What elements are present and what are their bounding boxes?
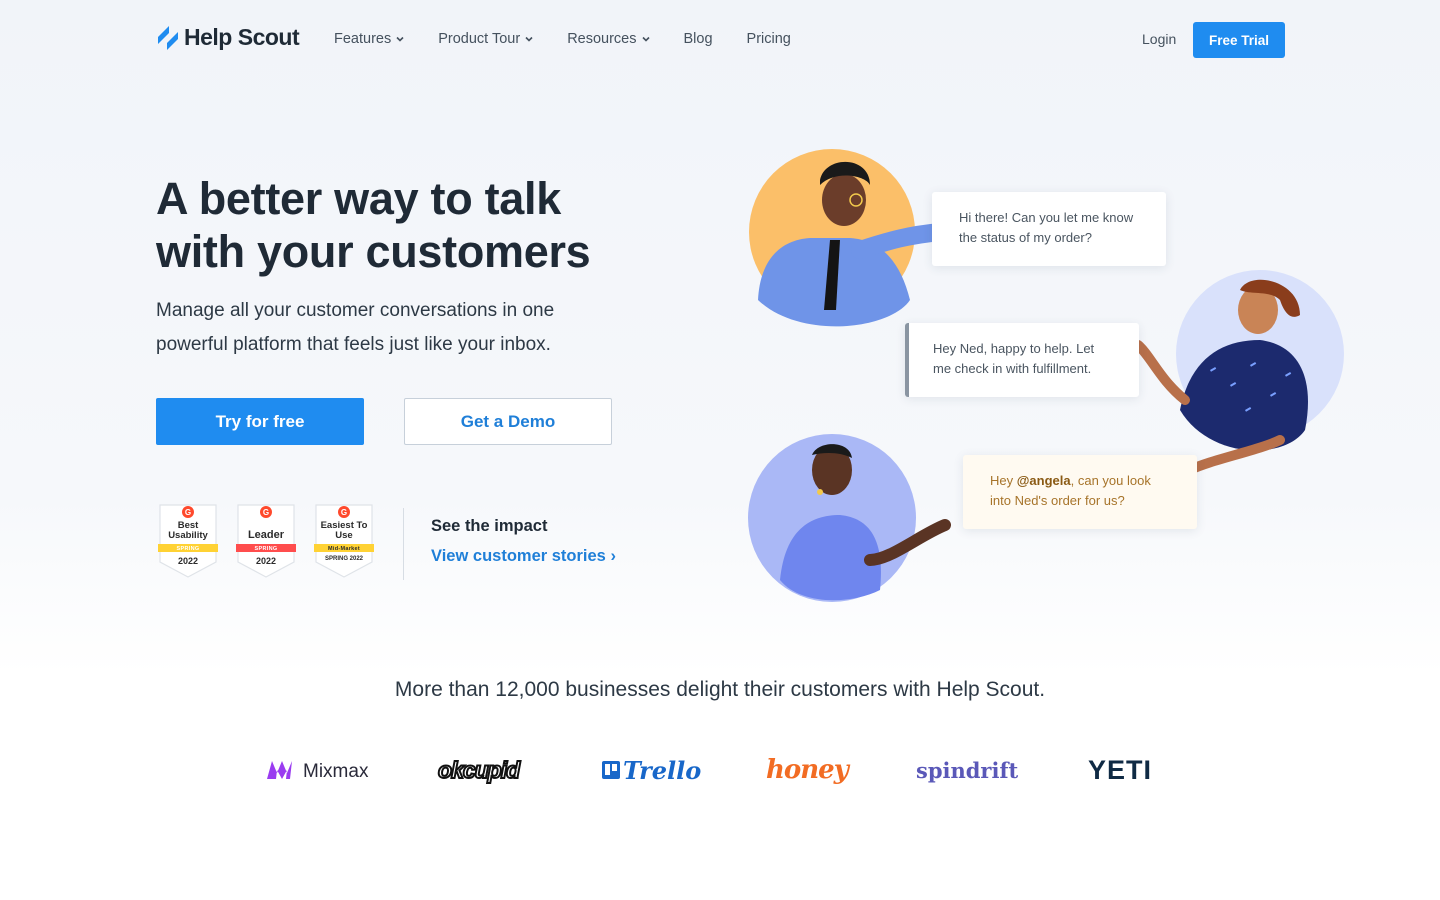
nav-features[interactable]: Features	[334, 29, 404, 49]
view-customer-stories-link[interactable]: View customer stories ›	[431, 547, 616, 566]
badge-year: 2022	[255, 556, 277, 566]
chat-bubble-customer: Hi there! Can you let me know the status…	[932, 192, 1166, 266]
g2-badge-shield-icon: G	[236, 504, 296, 578]
help-scout-logo[interactable]: Help Scout	[156, 24, 300, 51]
chevron-down-icon	[641, 36, 650, 42]
teammate-avatar-illustration	[748, 434, 951, 602]
honey-wordmark: honey	[766, 755, 849, 785]
get-a-demo-button[interactable]: Get a Demo	[404, 398, 612, 445]
g2-badge-leader: G Leader SPRING 2022	[236, 504, 296, 578]
trello-logo: Trello	[602, 748, 701, 792]
hero-title-line-1: A better way to talk	[156, 173, 561, 224]
spindrift-wordmark: spindrift	[916, 757, 1019, 783]
customer-avatar-illustration	[749, 149, 950, 327]
mixmax-wordmark: Mixmax	[303, 761, 369, 782]
svg-text:G: G	[341, 508, 347, 517]
chevron-down-icon	[525, 36, 533, 42]
see-the-impact-label: See the impact	[431, 517, 548, 535]
brand-name: Help Scout	[184, 24, 300, 50]
help-scout-logo-icon	[158, 25, 178, 50]
nav-resources[interactable]: Resources	[567, 29, 650, 49]
social-proof-tagline: More than 12,000 businesses delight thei…	[394, 678, 1046, 701]
g2-badge-shield-icon: G	[158, 504, 218, 578]
chat-bubble-internal-note: Hey @angela, can you look into Ned's ord…	[963, 455, 1197, 529]
svg-text:G: G	[263, 508, 269, 517]
badge-title: Best Usability	[168, 520, 208, 541]
main-menu: Features Product Tour Resources Blog Pri…	[334, 29, 825, 49]
g2-badge-shield-icon: G	[314, 504, 374, 578]
badge-year: 2022	[177, 556, 199, 566]
note-prefix: Hey	[990, 473, 1017, 488]
g2-badges: G Best Usability SPRING 2022 G Leader SP…	[158, 504, 374, 578]
spindrift-logo: spindrift	[916, 748, 1018, 792]
yeti-logo: YETI	[1088, 748, 1152, 792]
top-nav: Help Scout Features Product Tour Resourc…	[0, 0, 1440, 80]
customer-logos: Mixmax okcupid Trello honey spindrift YE…	[0, 748, 1440, 792]
nav-features-label: Features	[334, 31, 392, 47]
mention-tag: @angela	[1016, 473, 1071, 488]
hero-subtitle-line-1: Manage all your customer conversations i…	[156, 300, 555, 321]
login-link[interactable]: Login	[1142, 31, 1176, 47]
try-for-free-button[interactable]: Try for free	[156, 398, 364, 445]
hero-title-line-2: with your customers	[156, 226, 591, 277]
hero-title: A better way to talk with your customers	[156, 172, 676, 278]
okcupid-logo: okcupid	[437, 748, 521, 792]
badge-title: Leader	[247, 529, 285, 541]
badges-divider	[403, 508, 404, 580]
trello-icon	[602, 761, 620, 779]
honey-logo: honey	[766, 748, 849, 792]
svg-text:G: G	[185, 508, 191, 517]
nav-pricing[interactable]: Pricing	[747, 29, 791, 49]
g2-badge-best-usability: G Best Usability SPRING 2022	[158, 504, 218, 578]
g2-badge-easiest-to-use: G Easiest To Use Mid-Market SPRING 2022	[314, 504, 374, 578]
nav-product-tour-label: Product Tour	[438, 31, 521, 47]
okcupid-wordmark: okcupid	[437, 756, 521, 784]
free-trial-button[interactable]: Free Trial	[1193, 22, 1285, 58]
yeti-wordmark: YETI	[1088, 754, 1153, 785]
mixmax-logo: Mixmax	[266, 748, 368, 792]
badge-year: SPRING 2022	[324, 556, 364, 562]
badge-band-label: Mid-Market	[327, 546, 361, 552]
nav-resources-label: Resources	[567, 31, 637, 47]
mixmax-icon	[267, 761, 292, 779]
hero-subtitle: Manage all your customer conversations i…	[156, 294, 626, 362]
chat-bubble-agent: Hey Ned, happy to help. Let me check in …	[905, 323, 1139, 397]
badge-band-label: SPRING	[254, 546, 278, 552]
nav-product-tour[interactable]: Product Tour	[438, 29, 533, 49]
hero-subtitle-line-2: powerful platform that feels just like y…	[156, 334, 551, 355]
badge-band-label: SPRING	[176, 546, 200, 552]
conversation-illustration: Hi there! Can you let me know the status…	[740, 140, 1360, 620]
agent-avatar-illustration	[1133, 270, 1344, 475]
nav-blog[interactable]: Blog	[684, 29, 713, 49]
trello-wordmark: Trello	[623, 755, 702, 785]
chevron-down-icon	[396, 36, 404, 42]
badge-title: Easiest To Use	[320, 520, 368, 541]
